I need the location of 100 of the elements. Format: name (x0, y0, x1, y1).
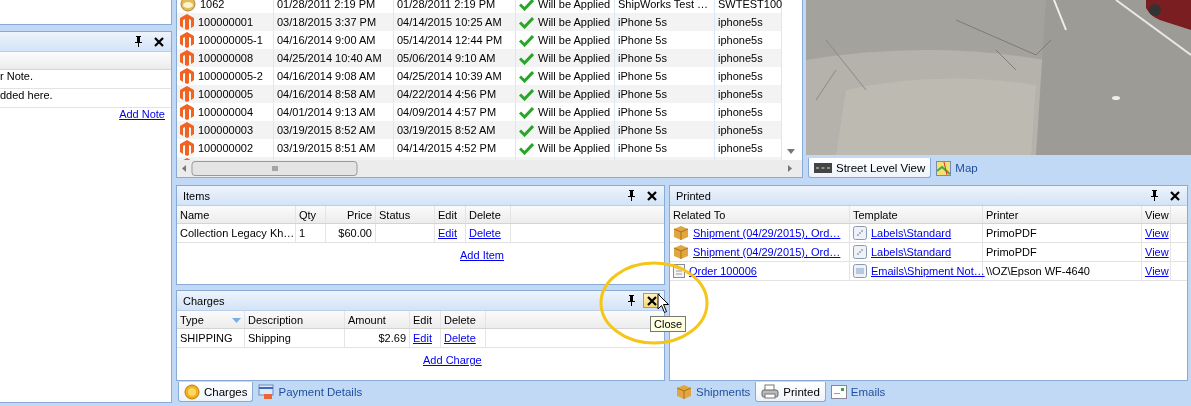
column-header[interactable]: Related To (673, 209, 726, 221)
order-number: 100000005-1 (198, 34, 263, 46)
check-icon (519, 15, 534, 29)
edit-link[interactable]: Edit (413, 332, 432, 344)
order-date: 03/19/2015 8:51 AM (277, 142, 376, 154)
pin-icon (627, 295, 636, 306)
note-text: r Note. (0, 70, 33, 84)
scroll-down-icon[interactable] (787, 149, 795, 154)
column-header[interactable]: Edit (438, 209, 457, 221)
column-header[interactable]: Printer (986, 209, 1019, 221)
column-header[interactable]: Price (346, 209, 372, 221)
related-link[interactable]: Order 100006 (689, 265, 757, 277)
column-header[interactable]: Status (379, 209, 411, 221)
order-number: 100000008 (198, 52, 254, 64)
check-icon (519, 87, 534, 101)
column-header-cell[interactable]: Edit (410, 311, 441, 328)
edit-link[interactable]: Edit (438, 227, 457, 239)
product-name: iPhone 5s (618, 52, 667, 64)
sku: SWTEST100 (718, 0, 783, 10)
order-date: 04/01/2014 9:13 AM (277, 106, 376, 118)
printer-name: PrimoPDF (986, 246, 1037, 258)
order-number: 100000003 (198, 124, 254, 136)
sku: iphone5s (718, 70, 763, 82)
scrollbar-drawing[interactable] (177, 160, 802, 177)
box-icon (673, 244, 689, 260)
modified-date: 04/09/2014 4:57 PM (397, 106, 497, 118)
close-icon (646, 295, 657, 306)
column-header[interactable]: Qty (299, 209, 317, 221)
quantity: 1 (299, 227, 306, 239)
tab[interactable]: Shipments (671, 382, 756, 402)
printer-name: \\OZ\Epson WF-4640 (986, 265, 1090, 277)
view-link[interactable]: View (1145, 265, 1169, 277)
product-name: iPhone 5s (618, 142, 667, 154)
order-number: 100000004 (198, 106, 254, 118)
tab[interactable]: Emails (825, 382, 891, 402)
hexagon-icon (180, 32, 194, 48)
delete-link[interactable]: Delete (444, 332, 476, 344)
panel-title: Items (183, 189, 211, 202)
sku: iphone5s (718, 88, 763, 100)
column-header[interactable]: Delete (469, 209, 501, 221)
printer-icon (761, 384, 780, 399)
box-icon (673, 225, 689, 241)
related-link[interactable]: Shipment (04/29/2015), Ord… (693, 246, 841, 258)
close-icon (646, 190, 657, 201)
template-link[interactable]: Labels\Standard (871, 227, 952, 239)
close-icon (153, 36, 164, 47)
template-icon (853, 226, 867, 240)
related-link[interactable]: Shipment (04/29/2015), Ord… (693, 227, 841, 239)
price: $60.00 (338, 227, 372, 239)
tab[interactable]: Payment Details (253, 382, 368, 402)
add-item-link[interactable]: Add Item (460, 249, 505, 261)
column-header-cell[interactable]: Description (245, 311, 345, 328)
view-link[interactable]: View (1145, 246, 1169, 258)
order-date: 04/16/2014 9:08 AM (277, 70, 376, 82)
panel-title: Printed (676, 189, 712, 202)
check-icon (519, 105, 534, 119)
status-text: Will be Applied (538, 142, 611, 154)
column-header[interactable]: View (1145, 209, 1169, 221)
template-link[interactable]: Labels\Standard (871, 246, 952, 258)
tab[interactable]: Charges (178, 382, 254, 402)
sku: iphone5s (718, 124, 763, 136)
check-icon (519, 33, 534, 47)
window-icon (830, 385, 847, 399)
add-note-link[interactable]: Add Note (119, 108, 165, 132)
tab[interactable]: Map (931, 158, 983, 178)
pin-icon (627, 190, 636, 201)
tab[interactable]: Street Level View (808, 158, 932, 178)
template-link[interactable]: Emails\Shipment Not… (871, 265, 985, 277)
check-icon (519, 69, 534, 83)
delete-link[interactable]: Delete (469, 227, 501, 239)
map-icon (936, 160, 952, 176)
tab[interactable]: Printed (755, 382, 826, 402)
status-text: Will be Applied (538, 88, 611, 100)
printer-name: PrimoPDF (986, 227, 1037, 239)
hexagon-icon (180, 14, 194, 30)
sku: iphone5s (718, 52, 763, 64)
product-name: iPhone 5s (618, 70, 667, 82)
view-link[interactable]: View (1145, 227, 1169, 239)
status-text: Will be Applied (538, 106, 611, 118)
road-icon (814, 162, 832, 173)
sku: iphone5s (718, 34, 763, 46)
order-date: 04/25/2014 10:40 AM (277, 52, 382, 64)
hexagon-icon (180, 104, 194, 120)
tooltip: Close (650, 316, 687, 332)
column-header-cell[interactable]: Type (177, 311, 245, 328)
hexagon-icon (180, 68, 194, 84)
add-charge-link[interactable]: Add Charge (423, 354, 482, 366)
modified-date: 04/25/2014 10:39 AM (397, 70, 502, 82)
column-header[interactable]: Name (180, 209, 210, 221)
order-number: 100000001 (198, 16, 254, 28)
check-icon (519, 141, 534, 155)
status-text: Will be Applied (538, 70, 611, 82)
check-icon (519, 51, 534, 65)
pin-icon (134, 36, 143, 47)
column-header-cell[interactable]: Delete (441, 311, 486, 328)
column-header[interactable]: Template (853, 209, 898, 221)
window-icon (853, 264, 867, 278)
document-icon (673, 264, 685, 278)
column-header-cell[interactable]: Amount (345, 311, 410, 328)
note-text: dded here. (0, 89, 53, 103)
